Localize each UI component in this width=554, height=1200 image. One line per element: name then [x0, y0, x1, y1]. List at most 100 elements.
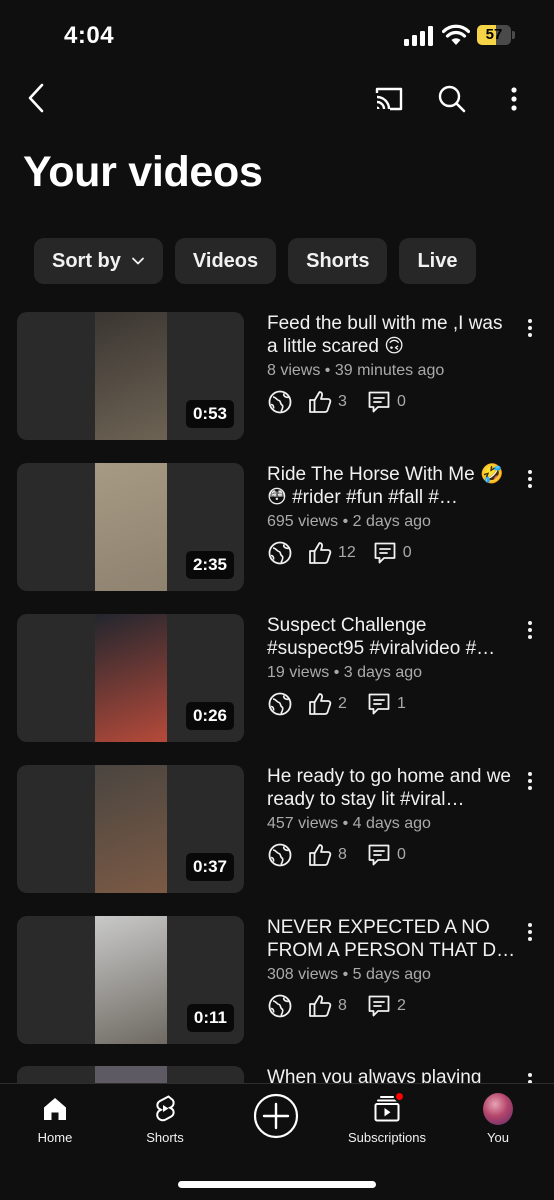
- thumbs-up-icon: [307, 389, 333, 415]
- video-info: Feed the bull with me ,I was a little sc…: [267, 312, 517, 415]
- like-count: 8: [338, 846, 347, 863]
- video-title: Feed the bull with me ,I was a little sc…: [267, 313, 503, 357]
- nav-home[interactable]: Home: [0, 1094, 110, 1154]
- comment-count: 1: [397, 695, 406, 712]
- status-bar: 4:04 57: [0, 0, 554, 70]
- search-button[interactable]: [433, 80, 471, 118]
- nav-shorts[interactable]: Shorts: [110, 1094, 220, 1154]
- video-duration: 0:37: [185, 853, 234, 881]
- status-time: 4:04: [64, 22, 115, 49]
- home-indicator: [178, 1181, 376, 1188]
- back-arrow-icon: [28, 83, 44, 113]
- video-thumbnail[interactable]: 0:11: [17, 916, 244, 1044]
- video-meta: 308 views • 5 days ago: [267, 966, 431, 983]
- video-list-item[interactable]: 0:37 He ready to go home and we ready to…: [0, 765, 554, 916]
- comment-count: 0: [397, 393, 406, 410]
- search-icon: [438, 85, 466, 113]
- wifi-icon: [442, 24, 470, 45]
- video-more-button[interactable]: [520, 918, 540, 946]
- thumbs-up-icon: [307, 842, 333, 868]
- more-vertical-icon: [528, 470, 532, 488]
- video-stats: 8 2: [267, 993, 517, 1019]
- nav-subscriptions[interactable]: Subscriptions: [332, 1091, 442, 1154]
- page-title: Your videos: [23, 148, 263, 196]
- video-stats: 12 0: [267, 540, 517, 566]
- nav-you-label: You: [487, 1130, 509, 1145]
- filter-chips: Sort by Videos Shorts Live: [34, 238, 476, 284]
- like-count: 8: [338, 997, 347, 1014]
- public-globe-icon: [267, 540, 293, 566]
- comment-icon: [366, 389, 392, 415]
- subscriptions-icon: [372, 1091, 405, 1124]
- comment-count: 2: [397, 997, 406, 1014]
- video-thumbnail[interactable]: 0:37: [17, 765, 244, 893]
- video-stats: 8 0: [267, 842, 517, 868]
- your-videos-screen: 4:04 57 Your videos Sort by Videos Short…: [0, 0, 554, 1200]
- battery-percent: 57: [485, 26, 503, 43]
- back-button[interactable]: [18, 80, 54, 116]
- thumbs-up-icon: [307, 993, 333, 1019]
- more-vertical-icon: [528, 319, 532, 337]
- sort-by-chip[interactable]: Sort by: [34, 238, 163, 284]
- more-vertical-icon: [528, 621, 532, 639]
- video-duration: 0:26: [185, 702, 234, 730]
- nav-shorts-label: Shorts: [146, 1130, 184, 1145]
- thumbnail-frame: [95, 463, 167, 591]
- public-globe-icon: [267, 389, 293, 415]
- video-info: NEVER EXPECTED A NO FROM A PERSON THAT D…: [267, 916, 517, 1019]
- nav-subscriptions-label: Subscriptions: [347, 1130, 427, 1145]
- shorts-chip[interactable]: Shorts: [288, 238, 388, 284]
- cast-button[interactable]: [370, 80, 408, 118]
- video-more-button[interactable]: [520, 314, 540, 342]
- video-info: Ride The Horse With Me 🤣😳 #rider #fun #f…: [267, 463, 517, 566]
- comment-icon: [366, 691, 392, 717]
- nav-you[interactable]: You: [443, 1093, 553, 1154]
- more-vertical-icon: [528, 772, 532, 790]
- video-list-item[interactable]: 0:11 NEVER EXPECTED A NO FROM A PERSON T…: [0, 916, 554, 1067]
- more-vertical-icon: [528, 923, 532, 941]
- video-duration: 0:11: [186, 1004, 234, 1032]
- thumbs-up-icon: [307, 540, 333, 566]
- thumbnail-frame: [95, 614, 167, 742]
- video-list-item[interactable]: 0:53 Feed the bull with me ,I was a litt…: [0, 312, 554, 463]
- video-meta: 19 views • 3 days ago: [267, 664, 423, 681]
- like-count: 12: [338, 544, 356, 561]
- shorts-icon: [150, 1094, 180, 1124]
- video-meta: 457 views • 4 days ago: [267, 815, 431, 832]
- video-thumbnail[interactable]: 0:53: [17, 312, 244, 440]
- video-meta: 695 views • 2 days ago: [267, 513, 431, 530]
- more-options-button[interactable]: [496, 80, 532, 118]
- comment-icon: [372, 540, 398, 566]
- videos-chip[interactable]: Videos: [174, 238, 277, 284]
- video-more-button[interactable]: [520, 767, 540, 795]
- video-duration: 0:53: [185, 400, 234, 428]
- video-list-item[interactable]: 2:35 Ride The Horse With Me 🤣😳 #rider #f…: [0, 463, 554, 614]
- more-vertical-icon: [511, 87, 517, 111]
- video-list-item[interactable]: 0:26 Suspect Challenge #suspect95 #viral…: [0, 614, 554, 765]
- cast-icon: [375, 87, 403, 111]
- video-more-button[interactable]: [520, 465, 540, 493]
- avatar: [483, 1093, 513, 1125]
- comment-count: 0: [397, 846, 406, 863]
- video-duration: 2:35: [185, 551, 234, 579]
- notification-dot: [394, 1091, 405, 1102]
- live-chip[interactable]: Live: [399, 238, 476, 284]
- thumbnail-frame: [95, 765, 167, 893]
- add-circle-icon: [253, 1093, 299, 1139]
- video-stats: 2 1: [267, 691, 517, 717]
- video-stats: 3 0: [267, 389, 517, 415]
- video-thumbnail[interactable]: 0:26: [17, 614, 244, 742]
- battery-indicator: 57: [477, 25, 515, 45]
- video-thumbnail[interactable]: 2:35: [17, 463, 244, 591]
- cellular-signal-icon: [404, 26, 433, 46]
- profile-avatar: [483, 1093, 513, 1125]
- comment-icon: [366, 842, 392, 868]
- public-globe-icon: [267, 842, 293, 868]
- thumbs-up-icon: [307, 691, 333, 717]
- create-button[interactable]: [253, 1093, 299, 1139]
- video-title: He ready to go home and we ready to stay…: [267, 766, 511, 810]
- video-meta: 8 views • 39 minutes ago: [267, 362, 445, 379]
- video-more-button[interactable]: [520, 616, 540, 644]
- sort-by-label: Sort by: [52, 249, 121, 272]
- battery-cap: [512, 31, 515, 39]
